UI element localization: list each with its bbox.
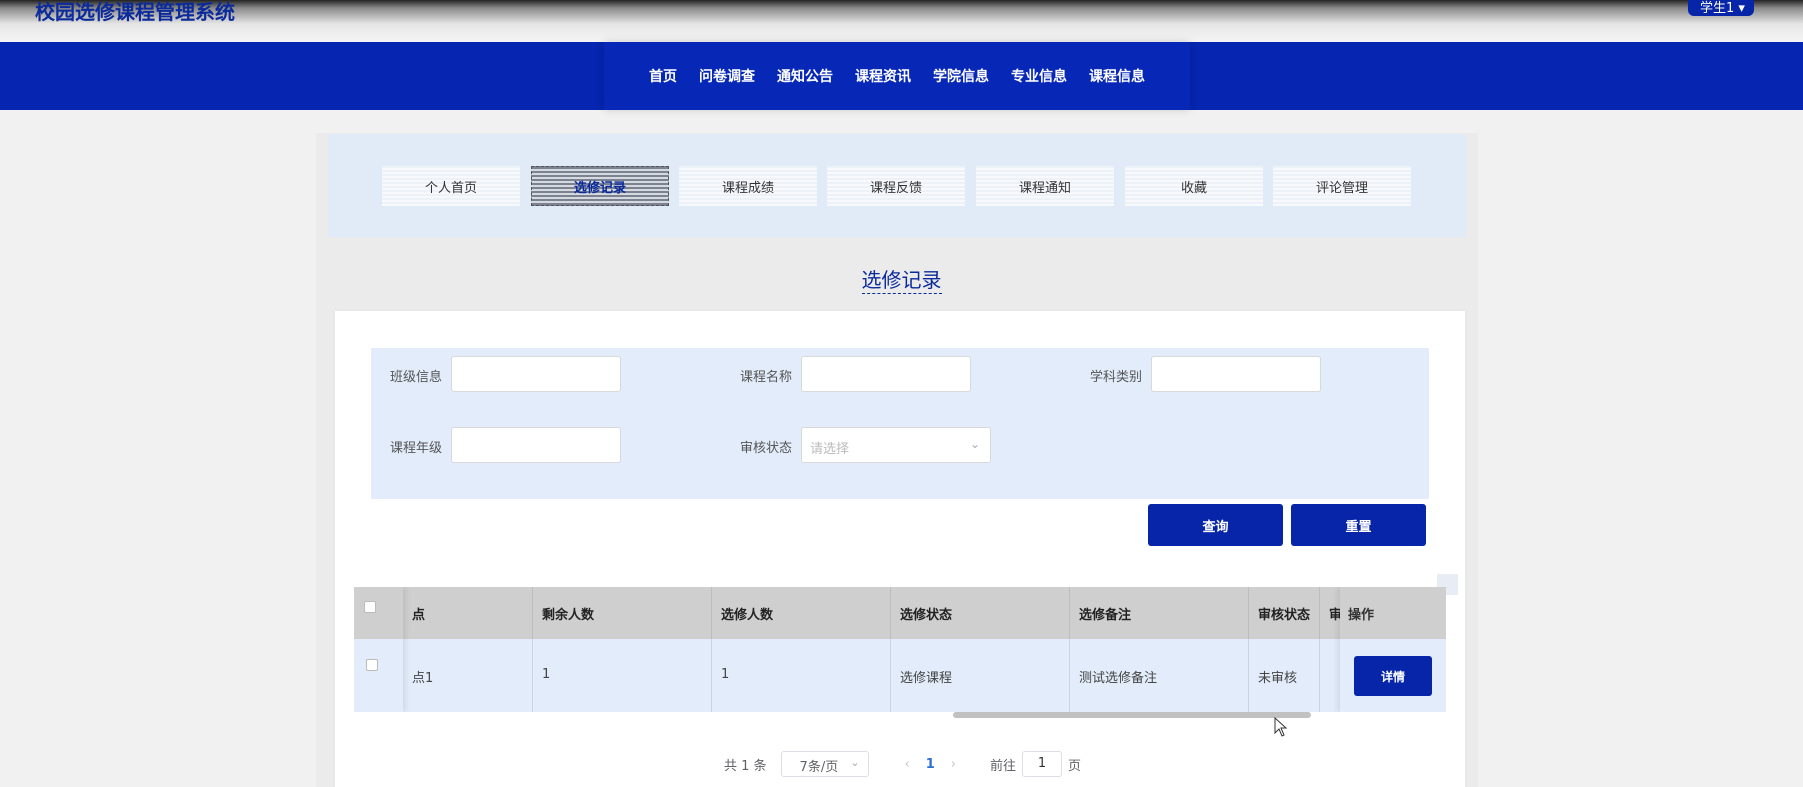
- class-label: 班级信息: [390, 370, 443, 385]
- detail-button[interactable]: 详情: [1354, 656, 1432, 696]
- actions-cell: 详情: [1340, 639, 1446, 712]
- col-elective-remark: 选修备注: [1070, 587, 1249, 639]
- nav-home[interactable]: 首页: [649, 66, 677, 86]
- pagination: 共 1 条 7条/页 ⌄ ‹ 1 › 前往 1 页: [724, 751, 1081, 777]
- col-elective-status: 选修状态: [891, 587, 1070, 639]
- user-menu[interactable]: 学生1 ▾: [1688, 0, 1754, 16]
- page-unit-label: 页: [1068, 758, 1082, 774]
- reset-button[interactable]: 重置: [1291, 504, 1426, 546]
- subject-label: 学科类别: [1090, 370, 1143, 385]
- page-title: 选修记录: [861, 268, 942, 294]
- page-size-select[interactable]: 7条/页 ⌄: [780, 751, 869, 777]
- nav-major[interactable]: 专业信息: [1011, 66, 1067, 86]
- tab-course-grades[interactable]: 课程成绩: [679, 166, 817, 206]
- tab-elective-records[interactable]: 选修记录: [531, 166, 669, 206]
- site-title: 校园选修课程管理系统: [35, 0, 235, 24]
- prev-page-icon[interactable]: ‹: [905, 757, 910, 772]
- query-button[interactable]: 查询: [1148, 504, 1283, 546]
- nav-menu: 首页 问卷调查 通知公告 课程资讯 学院信息 专业信息 课程信息: [604, 42, 1190, 110]
- current-page[interactable]: 1: [926, 757, 935, 772]
- horizontal-scrollbar[interactable]: [953, 712, 1311, 718]
- records-table: 点 剩余人数 选修人数 选修状态 选修备注 审核状态 审 点1 1 1 选修课程…: [354, 587, 1446, 712]
- mouse-cursor-icon: [1274, 717, 1288, 737]
- col-enrolled: 选修人数: [712, 587, 891, 639]
- page-size-value: 7条/页: [799, 760, 839, 775]
- col-remaining: 剩余人数: [533, 587, 712, 639]
- cell-audit-status: 未审核: [1249, 639, 1320, 712]
- table-header: 点 剩余人数 选修人数 选修状态 选修备注 审核状态 审: [354, 587, 1446, 639]
- audit-status-select[interactable]: 请选择 ⌄: [801, 427, 991, 463]
- cell-remaining: 1: [533, 639, 712, 712]
- col-actions: 操作: [1340, 587, 1446, 639]
- audit-status-label: 审核状态: [740, 441, 793, 456]
- chevron-down-icon: ⌄: [850, 756, 860, 769]
- nav-college[interactable]: 学院信息: [933, 66, 989, 86]
- select-column: [354, 587, 403, 712]
- actions-column: 操作 详情: [1340, 587, 1446, 712]
- tab-comments[interactable]: 评论管理: [1273, 166, 1411, 206]
- tab-favorites[interactable]: 收藏: [1125, 166, 1263, 206]
- next-page-icon[interactable]: ›: [951, 757, 956, 772]
- cell-elective-remark: 测试选修备注: [1070, 639, 1249, 712]
- main-nav: 首页 问卷调查 通知公告 课程资讯 学院信息 专业信息 课程信息: [0, 42, 1803, 110]
- col-audit-status: 审核状态: [1249, 587, 1320, 639]
- select-all-checkbox[interactable]: [364, 601, 376, 613]
- tab-course-notices[interactable]: 课程通知: [976, 166, 1114, 206]
- nav-notice[interactable]: 通知公告: [777, 66, 833, 86]
- select-cell: [354, 639, 403, 712]
- audit-status-placeholder: 请选择: [810, 442, 850, 457]
- cell-enrolled: 1: [712, 639, 891, 712]
- total-count: 共 1 条: [724, 758, 767, 774]
- course-name-input[interactable]: [801, 356, 971, 392]
- grade-input[interactable]: [451, 427, 621, 463]
- cell-elective-status: 选修课程: [891, 639, 1070, 712]
- grade-label: 课程年级: [390, 441, 443, 456]
- nav-survey[interactable]: 问卷调查: [699, 66, 755, 86]
- tab-profile[interactable]: 个人首页: [382, 166, 520, 206]
- row-checkbox[interactable]: [366, 659, 378, 671]
- goto-label: 前往: [990, 758, 1017, 774]
- class-input[interactable]: [451, 356, 621, 392]
- nav-course-news[interactable]: 课程资讯: [855, 66, 911, 86]
- subject-input[interactable]: [1151, 356, 1321, 392]
- goto-page-input[interactable]: 1: [1022, 751, 1063, 777]
- tab-course-feedback[interactable]: 课程反馈: [827, 166, 965, 206]
- nav-course-info[interactable]: 课程信息: [1089, 66, 1145, 86]
- chevron-down-icon: ⌄: [969, 437, 980, 451]
- col-point: 点: [403, 587, 533, 639]
- course-name-label: 课程名称: [740, 370, 793, 385]
- cell-point: 点1: [403, 639, 533, 712]
- table-row: 点1 1 1 选修课程 测试选修备注 未审核: [354, 639, 1446, 712]
- top-header: 校园选修课程管理系统 学生1 ▾: [0, 0, 1803, 42]
